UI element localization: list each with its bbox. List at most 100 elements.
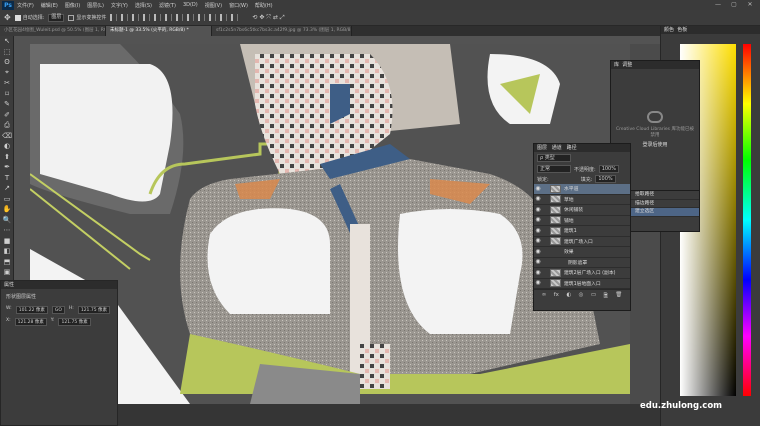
type-tool-icon[interactable]: T [0, 173, 14, 184]
menu-file[interactable]: 文件(F) [17, 2, 34, 9]
tab-paths[interactable]: 路径 [567, 145, 577, 151]
layer-kind-filter[interactable]: ρ 类型 [537, 154, 571, 162]
auto-select-checkbox[interactable]: 自动选择: [14, 13, 44, 22]
distribute-middle-icon[interactable] [187, 14, 195, 21]
layer-row[interactable]: ◉ 水平道 [534, 184, 630, 195]
eye-icon[interactable]: ◉ [534, 227, 542, 235]
menu-stroke-path[interactable]: 描边路径 [631, 200, 699, 208]
show-transform-checkbox[interactable]: 显示变换控件 [68, 13, 106, 22]
align-middle-icon[interactable] [154, 14, 162, 21]
lasso-tool-icon[interactable]: ʘ [0, 57, 14, 68]
layer-row[interactable]: ◉ 建筑2层广场入口 (副本) [534, 268, 630, 279]
menu-image[interactable]: 图像(I) [65, 2, 80, 9]
menu-pick-path[interactable]: 拾取路径 [631, 191, 699, 200]
eye-icon[interactable]: ◉ [534, 248, 542, 256]
minimize-button[interactable]: — [712, 0, 724, 10]
link-button[interactable]: GO [51, 306, 65, 314]
tab-layers[interactable]: 图层 [537, 145, 547, 151]
eye-icon[interactable]: ◉ [534, 279, 542, 287]
eye-icon[interactable]: ◉ [534, 216, 542, 224]
menu-window[interactable]: 窗口(W) [229, 2, 248, 9]
quick-mask-icon[interactable]: ◧ [0, 246, 14, 257]
hand-tool-icon[interactable]: ✋ [0, 204, 14, 215]
eye-icon[interactable]: ◉ [534, 206, 542, 214]
eyedropper-tool-icon[interactable]: ⌑ [0, 89, 14, 100]
delete-layer-icon[interactable]: 🗑 [615, 292, 622, 301]
eye-icon[interactable]: ◉ [534, 195, 542, 203]
layer-row[interactable]: ◉ 效果 [534, 247, 630, 258]
color-panel-tabs[interactable]: 颜色 色板 [661, 26, 760, 34]
3d-mode-icon[interactable]: ⟲ ✥ ⤧ ⇄ ⤢ [252, 13, 284, 22]
eye-icon[interactable]: ◉ [534, 237, 542, 245]
blend-mode-select[interactable]: 正常 [537, 165, 571, 173]
marquee-tool-icon[interactable]: ⬚ [0, 47, 14, 58]
eraser-tool-icon[interactable]: ⌫ [0, 131, 14, 142]
align-top-icon[interactable] [143, 14, 151, 21]
distribute-bottom-icon[interactable] [198, 14, 206, 21]
menu-edit[interactable]: 编辑(E) [41, 2, 58, 9]
move-tool-icon[interactable]: ↖ [0, 36, 14, 47]
layer-row[interactable]: ◉ 草地 [534, 195, 630, 205]
link-layers-icon[interactable]: ∞ [542, 292, 547, 301]
add-mask-icon[interactable]: ◐ [566, 292, 571, 301]
maximize-button[interactable]: ▢ [728, 0, 740, 10]
distribute-left-icon[interactable] [209, 14, 217, 21]
layer-row[interactable]: ◉ 铺地 [534, 216, 630, 226]
foreground-color-icon[interactable]: ■ [0, 236, 14, 247]
tab-adjustments[interactable]: 调整 [622, 62, 632, 68]
distribute-center-icon[interactable] [220, 14, 228, 21]
menu-filter[interactable]: 滤镜(T) [159, 2, 176, 9]
path-select-tool-icon[interactable]: ↗ [0, 183, 14, 194]
dodge-tool-icon[interactable]: ⬆ [0, 152, 14, 163]
pen-tool-icon[interactable]: ✒ [0, 162, 14, 173]
eye-icon[interactable]: ◉ [534, 258, 542, 266]
new-group-icon[interactable]: ▭ [591, 292, 596, 301]
distribute-top-icon[interactable] [176, 14, 184, 21]
clone-stamp-tool-icon[interactable]: ⎙ [0, 120, 14, 131]
brush-tool-icon[interactable]: ✐ [0, 110, 14, 121]
layer-row[interactable]: ◉ 阴影遮罩 [534, 258, 630, 268]
w-field[interactable]: 101.22 像素 [15, 306, 48, 314]
move-tool-icon[interactable]: ✥ [4, 13, 11, 22]
adjustment-layer-icon[interactable]: ◎ [579, 292, 584, 301]
menu-view[interactable]: 视图(V) [205, 2, 222, 9]
layer-row[interactable]: ◉ 建筑广场入口 [534, 237, 630, 247]
x-field[interactable]: 121.28 像素 [14, 318, 47, 326]
layer-row[interactable]: ◉ 休闲铺装 [534, 205, 630, 216]
target-dropdown[interactable]: 图层 [48, 13, 65, 22]
tab-channels[interactable]: 通道 [552, 145, 562, 151]
crop-tool-icon[interactable]: ✂ [0, 78, 14, 89]
align-center-icon[interactable] [121, 14, 129, 21]
h-field[interactable]: 121.75 像素 [77, 306, 111, 314]
fill-field[interactable]: 100% [595, 175, 616, 183]
eye-icon[interactable]: ◉ [534, 269, 542, 277]
menu-make-selection[interactable]: 建立选区 [631, 208, 699, 217]
tab-color[interactable]: 颜色 [664, 27, 674, 33]
y-field[interactable]: 121.75 像素 [58, 318, 91, 326]
more-tools-icon[interactable]: ⋯ [0, 225, 14, 236]
new-layer-icon[interactable]: 🗎 [603, 292, 607, 301]
tab-document-3[interactable]: sf1c2s5n7bs6c5tkc7bs3c.a42f9.jpg @ 73.3%… [212, 26, 352, 36]
distribute-right-icon[interactable] [231, 14, 239, 21]
menu-3d[interactable]: 3D(D) [183, 2, 198, 8]
tab-swatches[interactable]: 色板 [677, 27, 687, 33]
layer-row[interactable]: ◉ 建筑1 [534, 226, 630, 237]
menu-layer[interactable]: 图层(L) [87, 2, 104, 9]
layer-style-icon[interactable]: fx [554, 292, 559, 301]
frame-icon[interactable]: ▣ [0, 267, 14, 278]
tab-libraries[interactable]: 库 [614, 62, 619, 68]
quick-select-tool-icon[interactable]: ⌖ [0, 68, 14, 79]
align-right-icon[interactable] [132, 14, 140, 21]
gradient-tool-icon[interactable]: ◐ [0, 141, 14, 152]
menu-type[interactable]: 文字(Y) [111, 2, 128, 9]
screen-mode-icon[interactable]: ⬒ [0, 257, 14, 268]
eye-icon[interactable]: ◉ [534, 185, 542, 193]
opacity-field[interactable]: 100% [598, 165, 619, 173]
menu-help[interactable]: 帮助(H) [255, 2, 273, 9]
layer-row[interactable]: ◉ 建筑1层地面入口 [534, 279, 630, 289]
menu-select[interactable]: 选择(S) [135, 2, 152, 9]
close-button[interactable]: ✕ [744, 0, 756, 10]
zoom-tool-icon[interactable]: 🔍 [0, 215, 14, 226]
healing-brush-tool-icon[interactable]: ✎ [0, 99, 14, 110]
hue-slider[interactable] [743, 44, 751, 396]
